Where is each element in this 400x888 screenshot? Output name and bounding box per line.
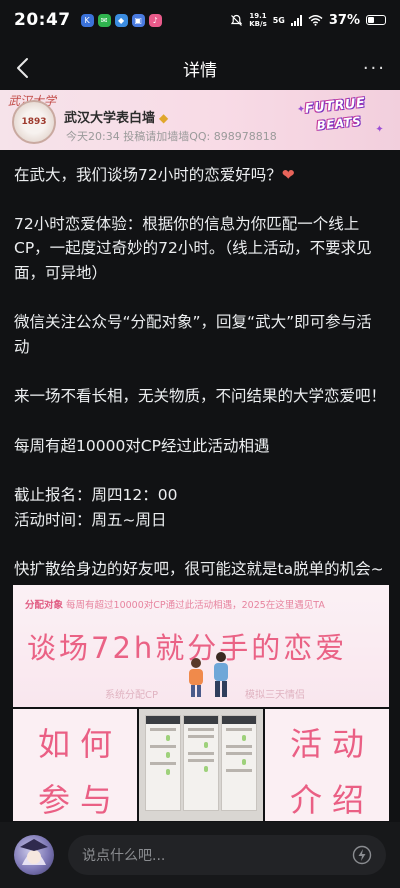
mute-icon [231,14,243,26]
image-grid-row: 如何 参与 活动 介绍 [13,709,389,821]
battery-percent: 37% [328,12,360,28]
post-paragraph: 来一场不看长相，无关物质，不问结果的大学恋爱吧！ [14,387,387,405]
star-icon: ✦ [296,103,306,116]
app-notification-icon: K [80,13,94,27]
net-speed: 19.1 KB/s [249,12,267,28]
post-content: 在武大，我们谈场72小时的恋爱好吗？❤ 72小时恋爱体验：根据你的信息为你匹配一… [14,150,386,582]
star-icon: ✦ [374,123,385,136]
couple-illustration [189,658,203,697]
back-arrow-icon[interactable] [10,54,38,82]
account-banner[interactable]: 武汉大学 1893 武汉大学表白墙◆ 今天20:34 投稿请加墙墙QQ: 898… [0,90,400,150]
status-time: 20:47 [14,10,71,30]
signal-icon [290,14,302,26]
avatar[interactable] [14,835,54,875]
battery-icon [366,15,386,25]
post-paragraph: 活动时间：周五~周日 [14,510,167,529]
post-paragraph: 在武大，我们谈场72小时的恋爱好吗？❤ [14,166,295,184]
app-notification-icon: ◆ [114,13,128,27]
heart-icon: ❤ [281,166,295,184]
network-type: 5G [272,15,285,25]
promo-caption: 系统分配CP [105,690,159,701]
couple-illustration [214,652,228,697]
comment-bar: 说点什么吧... [0,822,400,888]
lightning-icon[interactable] [352,845,372,865]
image-tile-screenshots[interactable] [139,709,263,821]
post-paragraph: 每周有超10000对CP经过此活动相遇 [14,436,270,455]
promo-image-banner[interactable]: 分配对象 每周有超过10000对CP通过此活动相遇，2025在这里遇见TA 谈场… [13,585,389,707]
post-paragraph: 截止报名：周四12：00 [14,486,178,504]
promo-caption: 模拟三天情侣 [245,690,305,701]
comment-input[interactable]: 说点什么吧... [68,835,386,875]
post-paragraph: 72小时恋爱体验：根据你的信息为你匹配一个线上CP，一起度过奇妙的72小时。（线… [14,214,372,282]
futrue-beats-logo: FUTRUE BEATS ✦ ✦ [296,95,385,136]
page-title: 详情 [183,60,217,81]
account-name[interactable]: 武汉大学表白墙 ◆ [64,107,168,126]
nav-bar: 详情 ··· [0,46,400,90]
brand-name: 分配对象 [25,600,64,611]
app-notification-icon: ♪ [148,13,162,27]
image-tile-activity-intro[interactable]: 活动 介绍 [265,709,389,821]
post-paragraph: 微信关注公众号“分配对象”，回复“武大”即可参与活动 [14,313,372,356]
status-bar: 20:47 K ✉ ◆ ▣ ♪ 19.1 KB/s 5G 37% [0,0,400,40]
more-icon[interactable]: ··· [363,58,386,79]
post-paragraph: 快扩散给身边的好友吧，很可能这就是ta脱单的机会~ [14,560,384,578]
notification-icons: K ✉ ◆ ▣ ♪ [80,13,162,27]
gem-icon: ◆ [159,111,169,125]
post-meta: 今天20:34 投稿请加墙墙QQ: 898978818 [66,130,277,143]
wechat-notification-icon: ✉ [97,13,111,27]
wifi-icon [308,15,323,26]
image-tile-how-to-join[interactable]: 如何 参与 [13,709,137,821]
university-seal-logo: 1893 [12,100,56,144]
app-notification-icon: ▣ [131,13,145,27]
